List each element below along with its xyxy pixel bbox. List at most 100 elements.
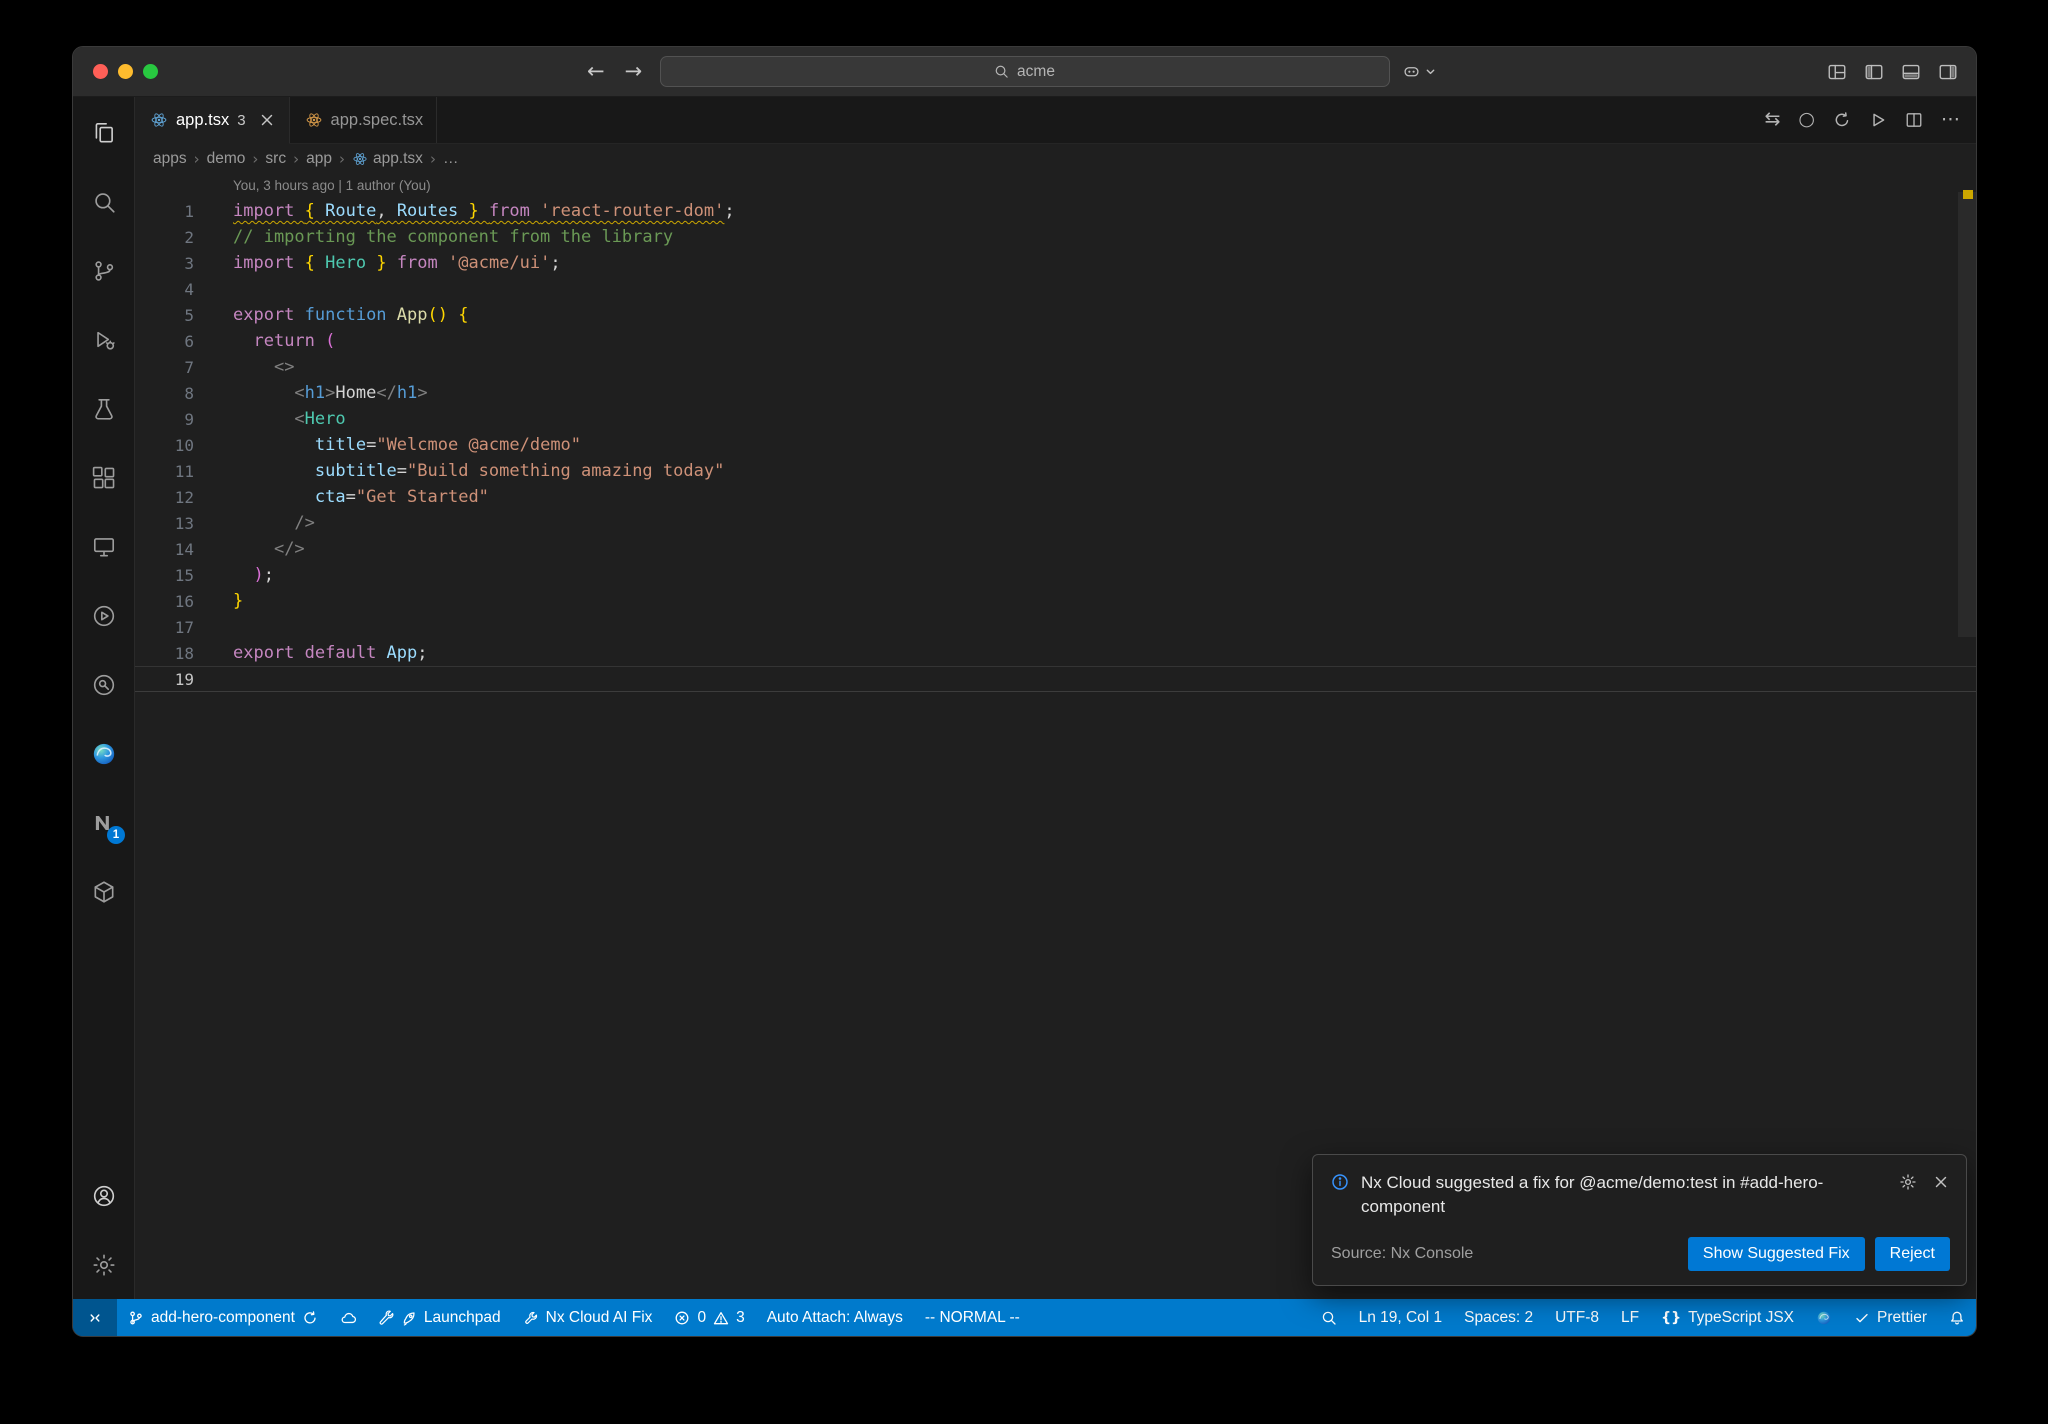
code-line-8[interactable]: 8 <h1>Home</h1> [135, 380, 1976, 406]
code-line-1[interactable]: 1 import { Route, Routes } from 'react-ro… [135, 198, 1976, 224]
forward-button[interactable]: → [625, 60, 643, 83]
code-line-5[interactable]: 5 export function App() { [135, 302, 1976, 328]
run-debug-file-button[interactable] [1869, 111, 1887, 129]
toggle-primary-sidebar-button[interactable] [1864, 62, 1884, 82]
code-line-10[interactable]: 10 title="Welcmoe @acme/demo" [135, 432, 1976, 458]
breadcrumb-item[interactable]: src [265, 150, 286, 168]
status-remote-indicator[interactable] [73, 1299, 117, 1336]
code-line-6[interactable]: 6 return ( [135, 328, 1976, 354]
status-cursor-position[interactable]: Ln 19, Col 1 [1348, 1299, 1454, 1336]
code-text: import { Hero } from '@acme/ui'; [233, 253, 561, 273]
status-bar: add-hero-component Launchpad Nx Cloud AI F… [73, 1299, 1976, 1336]
status-edge-tools[interactable] [1805, 1299, 1843, 1336]
activity-edge-devtools[interactable] [73, 719, 134, 788]
breadcrumb-item[interactable]: demo [207, 150, 246, 168]
status-launchpad[interactable]: Launchpad [367, 1299, 512, 1336]
status-language-mode[interactable]: {} TypeScript JSX [1650, 1299, 1805, 1336]
maximize-button[interactable] [143, 64, 158, 79]
status-indentation[interactable]: Spaces: 2 [1453, 1299, 1544, 1336]
braces-icon: {} [1661, 1309, 1682, 1326]
activity-settings[interactable] [73, 1230, 134, 1299]
breadcrumb-item[interactable]: app [306, 150, 332, 168]
line-number: 16 [174, 591, 194, 611]
more-actions-button[interactable]: ⋯ [1941, 110, 1960, 130]
code-line-16[interactable]: 16} [135, 588, 1976, 614]
extensions-icon [91, 465, 117, 491]
status-text: Launchpad [423, 1308, 501, 1326]
code-line-19[interactable]: 19 [135, 666, 1976, 692]
edge-devtools-icon [91, 741, 117, 767]
status-notifications-bell[interactable] [1938, 1299, 1976, 1336]
tab-app.tsx[interactable]: app.tsx 3 [135, 97, 290, 144]
code-text: ); [253, 565, 274, 585]
activity-testing[interactable] [73, 374, 134, 443]
status-text: Spaces: 2 [1464, 1308, 1534, 1326]
activity-search[interactable] [73, 167, 134, 236]
status-nx-cloud[interactable] [329, 1299, 367, 1336]
close-button[interactable] [93, 64, 108, 79]
copilot-icon [1403, 63, 1420, 80]
status-prettier[interactable]: Prettier [1843, 1299, 1938, 1336]
code-line-2[interactable]: 2 // importing the component from the lib… [135, 224, 1976, 250]
close-tab-button[interactable] [258, 111, 276, 129]
remote-icon [87, 1310, 103, 1326]
assistant-menu[interactable] [1403, 47, 1439, 96]
back-button[interactable]: ← [587, 60, 605, 83]
tab-app.spec.tsx[interactable]: app.spec.tsx [289, 97, 438, 143]
status-problems[interactable]: 03 [663, 1299, 755, 1336]
code-line-15[interactable]: 15 ); [135, 562, 1976, 588]
open-changes-button[interactable]: ⇆ [1764, 110, 1780, 130]
activity-explorer[interactable] [73, 98, 134, 167]
code-line-17[interactable]: 17 [135, 614, 1976, 640]
scrollbar-slider[interactable] [1958, 192, 1976, 637]
status-auto-attach[interactable]: Auto Attach: Always [756, 1299, 914, 1336]
code-line-9[interactable]: 9 <Hero [135, 406, 1976, 432]
code-editor[interactable]: You, 3 hours ago | 1 author (You) 1 impor… [135, 174, 1976, 1299]
activity-accounts[interactable] [73, 1161, 134, 1230]
activity-remote-explorer[interactable] [73, 512, 134, 581]
activity-containers[interactable] [73, 857, 134, 926]
gear-icon[interactable] [1899, 1173, 1917, 1191]
code-text: return ( [253, 331, 336, 351]
show-suggested-fix-button[interactable]: Show Suggested Fix [1687, 1237, 1865, 1271]
status-git-branch[interactable]: add-hero-component [117, 1299, 329, 1336]
activity-source-control[interactable] [73, 236, 134, 305]
status-eol[interactable]: LF [1610, 1299, 1650, 1336]
code-line-7[interactable]: 7 <> [135, 354, 1976, 380]
status-nx-cloud-ai-fix[interactable]: Nx Cloud AI Fix [512, 1299, 664, 1336]
code-line-12[interactable]: 12 cta="Get Started" [135, 484, 1976, 510]
customize-layout-button[interactable] [1827, 62, 1847, 82]
edge-small-icon [1816, 1310, 1832, 1326]
activity-extensions[interactable] [73, 443, 134, 512]
circle-outline-button[interactable]: ○ [1798, 110, 1815, 130]
line-number: 15 [174, 565, 194, 585]
status-zoom[interactable] [1310, 1299, 1348, 1336]
code-line-4[interactable]: 4 [135, 276, 1976, 302]
run-all-button[interactable] [1833, 111, 1851, 129]
activity-inspect[interactable] [73, 650, 134, 719]
command-center[interactable]: acme [659, 56, 1390, 87]
breadcrumb-overflow[interactable]: … [443, 150, 459, 168]
minimize-button[interactable] [118, 64, 133, 79]
code-line-11[interactable]: 11 subtitle="Build something amazing tod… [135, 458, 1976, 484]
activity-run-circle[interactable] [73, 581, 134, 650]
reject-button[interactable]: Reject [1874, 1237, 1950, 1271]
status-encoding[interactable]: UTF-8 [1544, 1299, 1610, 1336]
activity-nx-console[interactable]: 1 [73, 788, 134, 857]
toggle-panel-button[interactable] [1901, 62, 1921, 82]
code-line-14[interactable]: 14 </> [135, 536, 1976, 562]
remote-explorer-icon [91, 534, 117, 560]
breadcrumb-item[interactable]: apps [153, 150, 187, 168]
code-line-3[interactable]: 3 import { Hero } from '@acme/ui'; [135, 250, 1976, 276]
toggle-secondary-sidebar-button[interactable] [1938, 62, 1958, 82]
close-icon[interactable] [1932, 1173, 1950, 1191]
split-editor-button[interactable] [1905, 111, 1923, 129]
status-vim-mode[interactable]: -- NORMAL -- [914, 1299, 1031, 1336]
activity-run-and-debug[interactable] [73, 305, 134, 374]
testing-icon [91, 396, 117, 422]
code-line-18[interactable]: 18 export default App; [135, 640, 1976, 666]
blame-lens[interactable]: You, 3 hours ago | 1 author (You) [233, 174, 1976, 198]
breadcrumb-file[interactable]: app.tsx [352, 150, 423, 168]
line-number: 18 [174, 643, 194, 663]
code-line-13[interactable]: 13 /> [135, 510, 1976, 536]
